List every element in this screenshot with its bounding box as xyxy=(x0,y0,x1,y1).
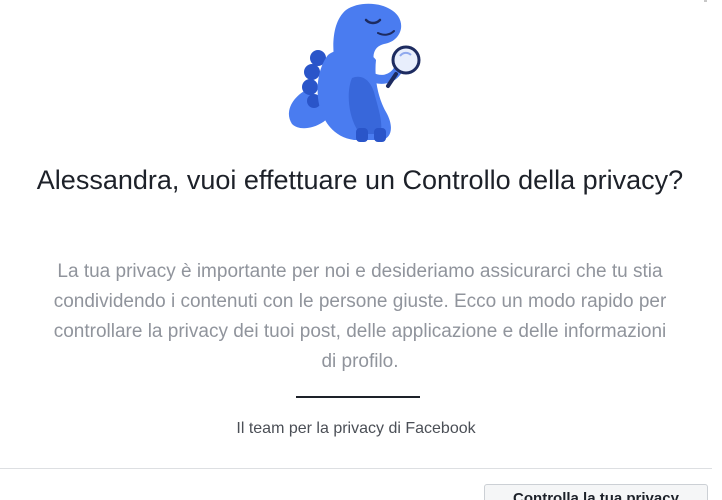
dialog-title: Alessandra, vuoi effettuare un Controllo… xyxy=(36,165,684,195)
check-privacy-button[interactable]: Controlla la tua privacy xyxy=(484,484,708,500)
window-edge-mark xyxy=(704,0,707,2)
dinosaur-with-magnifying-glass-icon xyxy=(288,3,421,142)
privacy-checkup-dialog: Alessandra, vuoi effettuare un Controllo… xyxy=(0,0,722,500)
dialog-description: La tua privacy è importante per noi e de… xyxy=(53,261,667,372)
footer-divider xyxy=(0,468,712,469)
signature-divider xyxy=(296,396,420,398)
team-signature: Il team per la privacy di Facebook xyxy=(236,420,476,437)
